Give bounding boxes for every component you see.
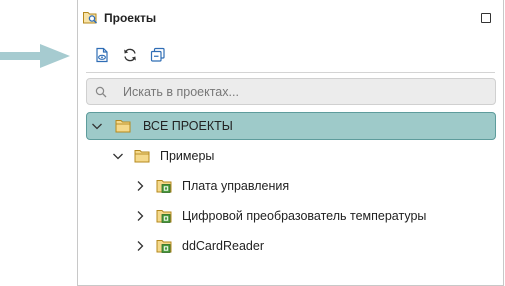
maximize-icon[interactable] bbox=[481, 13, 491, 23]
tree-node-label: Примеры bbox=[160, 149, 215, 163]
collapse-all-button[interactable] bbox=[147, 44, 169, 66]
panel-toolbar bbox=[78, 44, 503, 68]
project-icon bbox=[156, 210, 172, 223]
chevron-right-icon[interactable] bbox=[134, 210, 146, 222]
folder-icon bbox=[115, 120, 131, 133]
panel-title: Проекты bbox=[104, 11, 157, 25]
tree-node-label: Цифровой преобразователь температуры bbox=[182, 209, 427, 223]
chevron-right-icon[interactable] bbox=[134, 240, 146, 252]
chevron-down-icon[interactable] bbox=[112, 150, 124, 162]
tree-node-project[interactable]: Плата управления bbox=[134, 172, 494, 200]
folder-icon bbox=[134, 150, 150, 163]
projects-panel-icon bbox=[83, 12, 98, 24]
search-box bbox=[86, 78, 496, 105]
project-icon bbox=[156, 180, 172, 193]
tree-node-all-projects[interactable]: ВСЕ ПРОЕКТЫ bbox=[86, 112, 496, 140]
tree-node-project[interactable]: Цифровой преобразователь температуры bbox=[134, 202, 494, 230]
collapse-all-icon bbox=[150, 47, 165, 62]
tree-node-label: ВСЕ ПРОЕКТЫ bbox=[143, 119, 233, 133]
projects-panel: Проекты Искать в проектах... ВСЕ ПРОЕКТЫ… bbox=[77, 0, 504, 286]
refresh-icon bbox=[124, 48, 136, 62]
show-file-icon bbox=[96, 47, 108, 63]
tree-node-examples[interactable]: Примеры bbox=[112, 142, 492, 170]
search-input[interactable] bbox=[123, 80, 483, 103]
refresh-button[interactable] bbox=[119, 44, 141, 66]
search-icon bbox=[95, 86, 107, 98]
chevron-right-icon[interactable] bbox=[134, 180, 146, 192]
panel-header: Проекты bbox=[78, 0, 503, 36]
tree-node-label: ddCardReader bbox=[182, 239, 264, 253]
tree-node-project[interactable]: ddCardReader bbox=[134, 232, 494, 260]
show-file-button[interactable] bbox=[91, 44, 113, 66]
pointer-arrow-icon bbox=[0, 44, 70, 68]
project-icon bbox=[156, 240, 172, 253]
tree-node-label: Плата управления bbox=[182, 179, 290, 193]
toolbar-divider bbox=[86, 72, 495, 73]
chevron-down-icon[interactable] bbox=[91, 120, 103, 132]
